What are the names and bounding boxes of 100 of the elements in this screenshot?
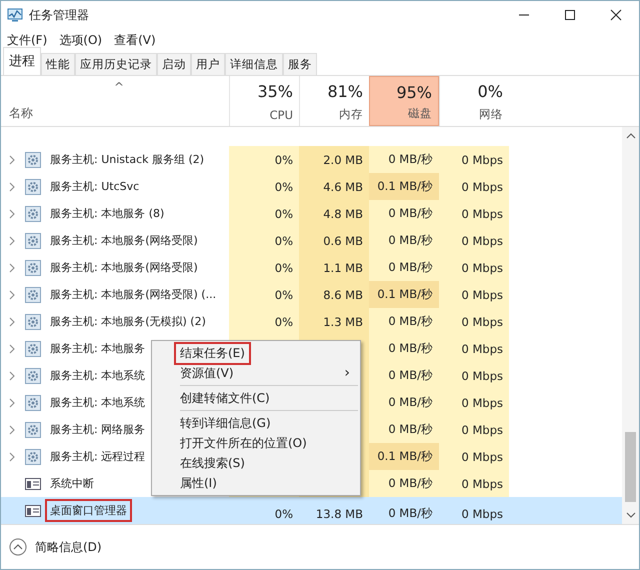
- task-manager-icon: [7, 7, 23, 23]
- memory-cell: 1.3 MB: [299, 308, 369, 335]
- expand-chevron-icon[interactable]: [9, 208, 15, 218]
- gear-icon: [25, 260, 41, 276]
- expand-chevron-icon[interactable]: [9, 452, 15, 462]
- network-cell: 0 Mbps: [439, 146, 509, 173]
- tab[interactable]: 详细信息: [225, 53, 283, 75]
- gear-icon: [25, 422, 41, 438]
- process-name: 桌面窗口管理器: [45, 499, 132, 522]
- cpu-cell: 0%: [229, 254, 299, 281]
- column-header[interactable]: 35% CPU: [229, 76, 299, 126]
- menu-item[interactable]: 转到详细信息(G): [152, 413, 360, 433]
- cpu-cell: 0%: [229, 308, 299, 335]
- disk-cell: 0 MB/秒: [369, 308, 439, 335]
- disk-cell: 0.1 MB/秒: [369, 281, 439, 308]
- expand-chevron-icon[interactable]: [9, 182, 15, 192]
- process-name: 服务主机: 本地系统: [49, 395, 146, 411]
- gear-icon: [25, 178, 41, 194]
- network-cell: 0 Mbps: [439, 227, 509, 254]
- memory-cell: 2.0 MB: [299, 146, 369, 173]
- expand-chevron-icon[interactable]: [9, 236, 15, 246]
- disk-cell: 0 MB/秒: [369, 200, 439, 227]
- disk-cell: 0.1 MB/秒: [369, 443, 439, 470]
- expand-chevron-icon[interactable]: [9, 290, 15, 300]
- memory-cell: 8.6 MB: [299, 281, 369, 308]
- scrollbar[interactable]: [622, 127, 639, 524]
- expand-chevron-icon[interactable]: [9, 370, 15, 380]
- tab[interactable]: 进程: [3, 47, 41, 75]
- gear-icon: [25, 394, 41, 410]
- network-cell: 0 Mbps: [439, 200, 509, 227]
- window-icon: [25, 502, 41, 518]
- process-name: 服务主机: 本地服务(网络受限): [49, 260, 199, 276]
- disk-cell: 0 MB/秒: [369, 470, 439, 497]
- scrollbar-thumb[interactable]: [625, 432, 636, 502]
- scroll-up-icon[interactable]: [626, 133, 636, 139]
- column-header[interactable]: 名称: [9, 105, 229, 122]
- network-cell: 0 Mbps: [439, 281, 509, 308]
- fewer-details-link[interactable]: 简略信息(D): [35, 538, 102, 556]
- network-cell: 0 Mbps: [439, 416, 509, 443]
- menu-item[interactable]: 属性(I): [152, 473, 360, 493]
- menu-item[interactable]: 资源值(V) ›: [152, 363, 360, 383]
- process-name: 服务主机: 本地系统: [49, 368, 146, 384]
- network-cell: 0 Mbps: [439, 362, 509, 389]
- gear-icon: [25, 448, 41, 464]
- disk-cell: 0 MB/秒: [369, 362, 439, 389]
- process-name: 服务主机: 本地服务(无模拟) (2): [49, 314, 207, 330]
- network-cell: 0 Mbps: [439, 308, 509, 335]
- network-cell: 0 Mbps: [439, 254, 509, 281]
- tab[interactable]: 启动: [157, 53, 191, 75]
- cpu-cell: 0%: [229, 281, 299, 308]
- expand-chevron-icon[interactable]: [9, 316, 15, 326]
- disk-cell: 0 MB/秒: [369, 227, 439, 254]
- network-cell: 0 Mbps: [439, 335, 509, 362]
- cpu-cell: 0%: [229, 146, 299, 173]
- column-header[interactable]: 95% 磁盘: [369, 76, 439, 126]
- cpu-cell: 0%: [229, 200, 299, 227]
- sort-arrow[interactable]: ^: [114, 80, 124, 94]
- expand-chevron-icon[interactable]: [9, 154, 15, 164]
- window-icon: [25, 476, 41, 492]
- disk-cell: 0 MB/秒: [369, 254, 439, 281]
- process-name: 服务主机: UtcSvc: [49, 179, 140, 195]
- menu-item[interactable]: 查看(V): [114, 32, 156, 48]
- gear-icon: [25, 206, 41, 222]
- menu-item[interactable]: 选项(O): [59, 32, 102, 48]
- gear-icon: [25, 368, 41, 384]
- disk-cell: 0 MB/秒: [369, 146, 439, 173]
- tab[interactable]: 用户: [191, 53, 225, 75]
- tab[interactable]: 服务: [283, 53, 317, 75]
- collapse-icon[interactable]: [9, 538, 27, 556]
- expand-chevron-icon[interactable]: [9, 262, 15, 272]
- expand-chevron-icon[interactable]: [9, 424, 15, 434]
- gear-icon: [25, 152, 41, 168]
- process-name: 服务主机: 本地服务(网络受限): [49, 233, 199, 249]
- network-cell: 0 Mbps: [439, 470, 509, 497]
- expand-chevron-icon[interactable]: [9, 344, 15, 354]
- memory-cell: 4.6 MB: [299, 173, 369, 200]
- tab[interactable]: 应用历史记录: [75, 53, 157, 75]
- scroll-down-icon[interactable]: [626, 512, 636, 518]
- disk-cell: 0.1 MB/秒: [369, 173, 439, 200]
- process-name: 服务主机: 远程过程: [49, 449, 146, 465]
- window-title: 任务管理器: [29, 6, 89, 24]
- network-cell: 0 Mbps: [439, 389, 509, 416]
- menu-item[interactable]: 创建转储文件(C): [152, 388, 360, 408]
- expand-chevron-icon[interactable]: [9, 398, 15, 408]
- menu-item[interactable]: 打开文件所在的位置(O): [152, 433, 360, 453]
- memory-cell: 4.8 MB: [299, 200, 369, 227]
- menu-item[interactable]: 在线搜索(S): [152, 453, 360, 473]
- gear-icon: [25, 286, 41, 302]
- tab[interactable]: 性能: [41, 53, 75, 75]
- menu-item[interactable]: 文件(F): [7, 32, 48, 48]
- menu-item[interactable]: 结束任务(E): [152, 343, 360, 363]
- gear-icon: [25, 340, 41, 356]
- process-name: 服务主机: 本地服务 (8): [49, 206, 166, 222]
- process-name: 服务主机: 本地服务(网络受限) (...: [49, 287, 218, 303]
- process-name: 服务主机: 网络服务: [49, 422, 146, 438]
- process-name: 服务主机: 本地服务: [49, 341, 146, 357]
- network-cell: 0 Mbps: [439, 443, 509, 470]
- column-header[interactable]: 0% 网络: [439, 76, 509, 126]
- network-cell: 0 Mbps: [439, 173, 509, 200]
- selected-row[interactable]: 桌面窗口管理器 0% 13.8 MB 0 MB/秒 0 Mbps: [1, 497, 622, 524]
